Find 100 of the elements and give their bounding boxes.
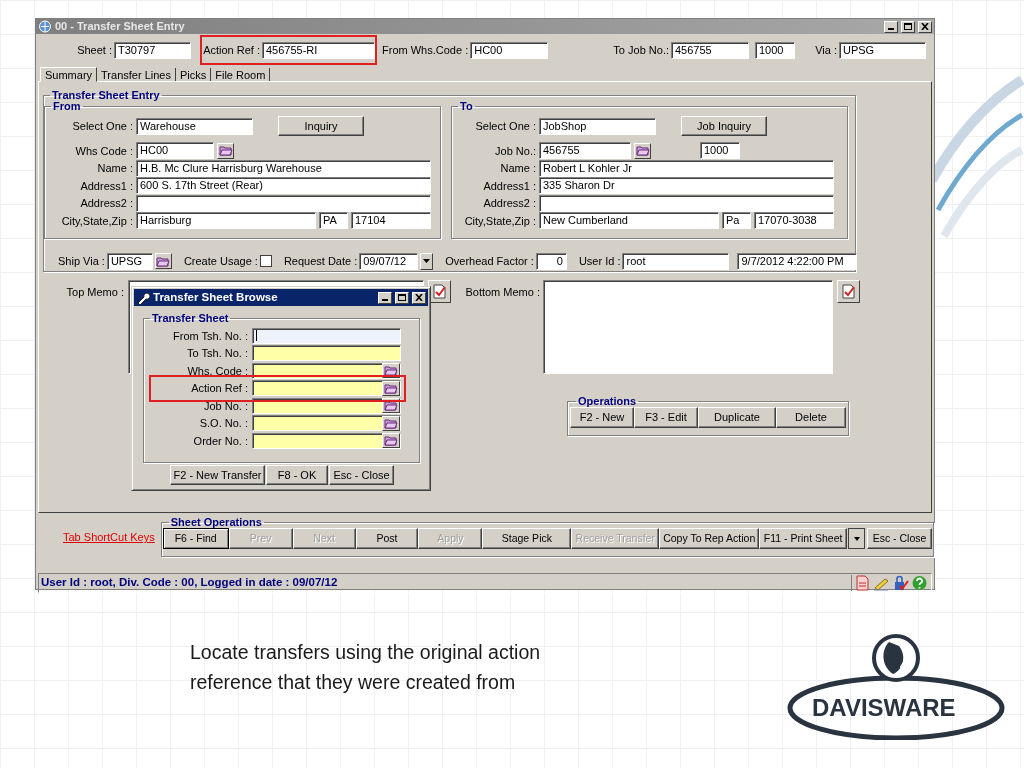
close-button[interactable] bbox=[412, 291, 426, 304]
folder-icon bbox=[635, 145, 650, 157]
memo-label: Bottom Memo : bbox=[464, 285, 540, 300]
toolbar-button[interactable]: F11 - Print Sheet bbox=[759, 528, 848, 549]
field-label: From Whs.Code : bbox=[382, 42, 469, 58]
memo-edit-button[interactable] bbox=[837, 280, 860, 303]
text-field[interactable]: HC00 bbox=[470, 41, 548, 59]
text-field[interactable] bbox=[136, 194, 431, 212]
field-label: From Tsh. No. : bbox=[172, 328, 248, 344]
operation-button[interactable]: F2 - New bbox=[570, 407, 634, 428]
field-label: Via : bbox=[815, 42, 837, 58]
input-field[interactable] bbox=[252, 415, 401, 432]
text-field[interactable]: 17104 bbox=[351, 212, 431, 230]
select-field[interactable]: Warehouse bbox=[136, 117, 253, 135]
tab[interactable]: Summary bbox=[40, 67, 98, 82]
logo-text: DAVISWARE bbox=[812, 694, 956, 722]
lookup-button[interactable] bbox=[634, 142, 651, 159]
lock-check-icon[interactable] bbox=[892, 575, 909, 591]
field-label: City,State,Zip : bbox=[463, 213, 536, 229]
text-field[interactable]: 600 S. 17th Street (Rear) bbox=[136, 177, 431, 195]
dropdown-button[interactable] bbox=[848, 528, 866, 549]
date-field[interactable]: 09/07/12 bbox=[359, 252, 419, 270]
toolbar-button[interactable]: Stage Pick bbox=[482, 528, 572, 549]
text-field[interactable]: New Cumberland bbox=[539, 212, 719, 230]
lookup-button[interactable] bbox=[217, 142, 234, 159]
inquiry-button[interactable]: Inquiry bbox=[278, 116, 364, 136]
operation-button[interactable]: Delete bbox=[776, 407, 846, 428]
lookup-button[interactable] bbox=[382, 415, 400, 431]
close-button[interactable] bbox=[918, 20, 932, 33]
text-field[interactable]: UPSG bbox=[839, 41, 926, 59]
text-field[interactable]: UPSG bbox=[106, 252, 153, 270]
caption-text: Locate transfers using the original action reference that they were created from bbox=[190, 640, 541, 695]
group-title: Transfer Sheet bbox=[151, 313, 230, 324]
input-field[interactable] bbox=[252, 380, 401, 397]
text-field[interactable]: 335 Sharon Dr bbox=[539, 177, 834, 195]
folder-icon bbox=[384, 365, 398, 377]
caret-icon bbox=[853, 536, 860, 541]
field-label: Select One : bbox=[71, 118, 133, 134]
app-icon bbox=[38, 20, 52, 33]
check-document-icon bbox=[431, 283, 448, 300]
field-label: To Tsh. No. : bbox=[186, 346, 248, 361]
field-label: Whs. Code : bbox=[186, 363, 248, 379]
dialog-button[interactable]: F2 - New Transfer bbox=[170, 465, 265, 485]
toolbar-button[interactable]: Post bbox=[355, 528, 419, 549]
field-label: Name : bbox=[96, 161, 133, 176]
field-label: Address1 : bbox=[482, 178, 536, 194]
lookup-button[interactable] bbox=[382, 380, 400, 396]
minimize-button[interactable] bbox=[378, 291, 392, 304]
operation-button[interactable]: Duplicate bbox=[698, 407, 776, 428]
text-field[interactable] bbox=[539, 194, 834, 212]
field-label: Action Ref : bbox=[203, 42, 260, 58]
toolbar-button[interactable]: F6 - Find bbox=[162, 528, 229, 549]
text-field[interactable]: 1000 bbox=[700, 142, 740, 160]
operation-button[interactable]: F3 - Edit bbox=[634, 407, 698, 428]
maximize-button[interactable] bbox=[395, 291, 409, 304]
input-field[interactable] bbox=[252, 432, 401, 449]
field-label: Overhead Factor : bbox=[445, 253, 534, 269]
memo-label: Top Memo : bbox=[65, 285, 124, 300]
text-field[interactable]: Harrisburg bbox=[136, 212, 316, 230]
lookup-button[interactable] bbox=[154, 253, 172, 269]
checkbox[interactable] bbox=[259, 255, 272, 267]
folder-icon bbox=[384, 400, 398, 412]
text-field[interactable]: 1000 bbox=[755, 41, 795, 59]
group-title: To bbox=[459, 101, 474, 112]
input-field[interactable] bbox=[252, 345, 401, 362]
text-field[interactable]: HC00 bbox=[136, 142, 214, 160]
folder-icon bbox=[384, 435, 398, 447]
wrench-icon bbox=[136, 290, 150, 305]
field-label: To Job No.: bbox=[613, 42, 669, 58]
help-icon[interactable] bbox=[911, 575, 928, 591]
text-field[interactable]: 0 bbox=[535, 252, 567, 270]
folder-icon bbox=[156, 255, 171, 267]
timestamp-field[interactable]: 9/7/2012 4:22:00 PM bbox=[737, 252, 858, 270]
memo-field[interactable] bbox=[543, 280, 833, 374]
text-field[interactable]: Pa bbox=[722, 212, 751, 230]
folder-icon bbox=[218, 145, 233, 157]
input-field[interactable] bbox=[252, 327, 401, 344]
inquiry-button[interactable]: Job Inquiry bbox=[681, 116, 767, 136]
maximize-button[interactable] bbox=[901, 20, 915, 33]
text-field[interactable]: 456755 bbox=[539, 142, 631, 160]
text-field[interactable]: H.B. Mc Clure Harrisburg Warehouse bbox=[136, 159, 431, 177]
field-label: Create Usage : bbox=[183, 253, 258, 269]
lookup-button[interactable] bbox=[382, 433, 400, 449]
text-field[interactable]: T30797 bbox=[114, 41, 191, 59]
toolbar-button[interactable]: Esc - Close bbox=[867, 528, 932, 549]
dialog-button[interactable]: Esc - Close bbox=[329, 465, 394, 485]
group-title: Sheet Operations bbox=[169, 517, 263, 528]
text-field[interactable]: root bbox=[622, 252, 730, 270]
text-field[interactable]: Robert L Kohler Jr bbox=[539, 159, 834, 177]
toolbar-button[interactable]: Copy To Rep Action bbox=[659, 528, 760, 549]
document-icon[interactable] bbox=[854, 575, 871, 591]
dialog-button[interactable]: F8 - OK bbox=[266, 465, 328, 485]
text-field[interactable]: PA bbox=[319, 212, 348, 230]
group-title: Transfer Sheet Entry bbox=[51, 90, 161, 101]
text-field[interactable]: 456755-RI bbox=[262, 41, 375, 59]
select-field[interactable]: JobShop bbox=[539, 117, 656, 135]
text-field[interactable]: 456755 bbox=[671, 41, 749, 59]
field-label: Job No.: bbox=[494, 143, 536, 159]
text-field[interactable]: 17070-3038 bbox=[754, 212, 834, 230]
minimize-button[interactable] bbox=[884, 20, 898, 33]
